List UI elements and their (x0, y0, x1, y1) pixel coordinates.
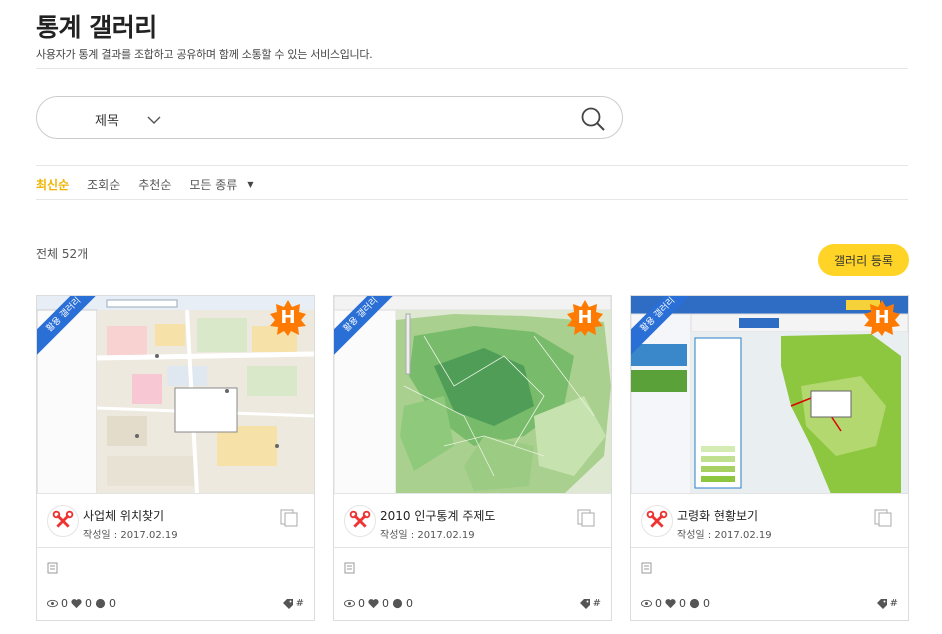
sort-bar: 최신순 조회순 추천순 모든 종류 ▼ (36, 176, 254, 193)
eye-icon (641, 599, 652, 608)
comment-icon (689, 598, 700, 609)
card-thumbnail[interactable]: 활용 갤러리 H (631, 296, 908, 494)
tag-label: # (889, 598, 898, 609)
tools-icon (47, 505, 79, 537)
heart-icon[interactable] (368, 598, 379, 609)
hot-badge-label: H (280, 307, 296, 328)
hot-badge-label: H (577, 307, 593, 328)
eye-icon (344, 599, 355, 608)
tag-label: # (295, 598, 304, 609)
comment-count: 0 (703, 597, 710, 610)
copy-icon[interactable] (874, 509, 892, 527)
card-title[interactable]: 고령화 현황보기 (677, 507, 758, 524)
divider (334, 547, 611, 548)
search-bar: 제목 (36, 96, 623, 139)
hot-badge-label: H (874, 307, 890, 328)
like-count: 0 (85, 597, 92, 610)
search-field-label: 제목 (95, 114, 119, 129)
gallery-card[interactable]: 활용 갤러리 H 고령화 현황보기 작성일 : 2017.02.19 0 0 0… (630, 295, 909, 621)
card-date: 작성일 : 2017.02.19 (380, 530, 475, 541)
search-field-select[interactable]: 제목 (95, 110, 161, 129)
sort-latest[interactable]: 최신순 (36, 176, 69, 193)
gallery-card[interactable]: 활용 갤러리 H 2010 인구통계 주제도 작성일 : 2017.02.19 … (333, 295, 612, 621)
page-description: 사용자가 통계 결과를 조합하고 공유하며 함께 소통할 수 있는 서비스입니다… (36, 48, 373, 61)
memo-icon (344, 562, 355, 574)
view-count: 0 (61, 597, 68, 610)
eye-icon (47, 599, 58, 608)
hot-badge: H (270, 300, 306, 336)
hot-badge: H (567, 300, 603, 336)
view-count: 0 (655, 597, 662, 610)
card-stats: 0 0 0 (344, 597, 413, 610)
comment-count: 0 (406, 597, 413, 610)
tag-icon (579, 598, 590, 609)
card-date: 작성일 : 2017.02.19 (677, 530, 772, 541)
sort-views[interactable]: 조회순 (87, 176, 120, 193)
sort-recommended[interactable]: 추천순 (138, 176, 171, 193)
divider (36, 165, 908, 166)
type-filter-label: 모든 종류 (189, 178, 238, 192)
divider (37, 547, 314, 548)
gallery-card[interactable]: 활용 갤러리 H 사업체 위치찾기 작성일 : 2017.02.19 0 0 0… (36, 295, 315, 621)
tools-icon (641, 505, 673, 537)
card-info: 사업체 위치찾기 작성일 : 2017.02.19 (37, 495, 314, 547)
card-stats: 0 0 0 (641, 597, 710, 610)
heart-icon[interactable] (71, 598, 82, 609)
comment-icon (392, 598, 403, 609)
card-footer: 0 0 0 # (641, 597, 898, 610)
comment-count: 0 (109, 597, 116, 610)
memo-icon (47, 562, 58, 574)
copy-icon[interactable] (577, 509, 595, 527)
like-count: 0 (679, 597, 686, 610)
heart-icon[interactable] (665, 598, 676, 609)
card-tag[interactable]: # (579, 598, 601, 609)
card-info: 고령화 현황보기 작성일 : 2017.02.19 (631, 495, 908, 547)
total-count: 전체 52개 (36, 247, 89, 261)
card-info: 2010 인구통계 주제도 작성일 : 2017.02.19 (334, 495, 611, 547)
chevron-down-icon (147, 116, 161, 124)
card-title[interactable]: 2010 인구통계 주제도 (380, 507, 495, 524)
comment-icon (95, 598, 106, 609)
view-count: 0 (358, 597, 365, 610)
register-gallery-button[interactable]: 갤러리 등록 (818, 244, 909, 276)
type-filter-dropdown[interactable]: 모든 종류 ▼ (189, 176, 253, 193)
card-title[interactable]: 사업체 위치찾기 (83, 507, 164, 524)
search-icon[interactable] (580, 106, 606, 132)
divider (631, 547, 908, 548)
hot-badge: H (864, 300, 900, 336)
card-tag[interactable]: # (876, 598, 898, 609)
card-thumbnail[interactable]: 활용 갤러리 H (334, 296, 611, 494)
memo-icon (641, 562, 652, 574)
card-footer: 0 0 0 # (344, 597, 601, 610)
caret-down-icon: ▼ (247, 180, 254, 189)
card-tag[interactable]: # (282, 598, 304, 609)
divider (36, 68, 908, 69)
tag-icon (282, 598, 293, 609)
card-thumbnail[interactable]: 활용 갤러리 H (37, 296, 314, 494)
divider (36, 199, 908, 200)
card-stats: 0 0 0 (47, 597, 116, 610)
card-footer: 0 0 0 # (47, 597, 304, 610)
tag-icon (876, 598, 887, 609)
copy-icon[interactable] (280, 509, 298, 527)
tools-icon (344, 505, 376, 537)
like-count: 0 (382, 597, 389, 610)
page-title: 통계 갤러리 (36, 13, 157, 42)
card-date: 작성일 : 2017.02.19 (83, 530, 178, 541)
tag-label: # (592, 598, 601, 609)
